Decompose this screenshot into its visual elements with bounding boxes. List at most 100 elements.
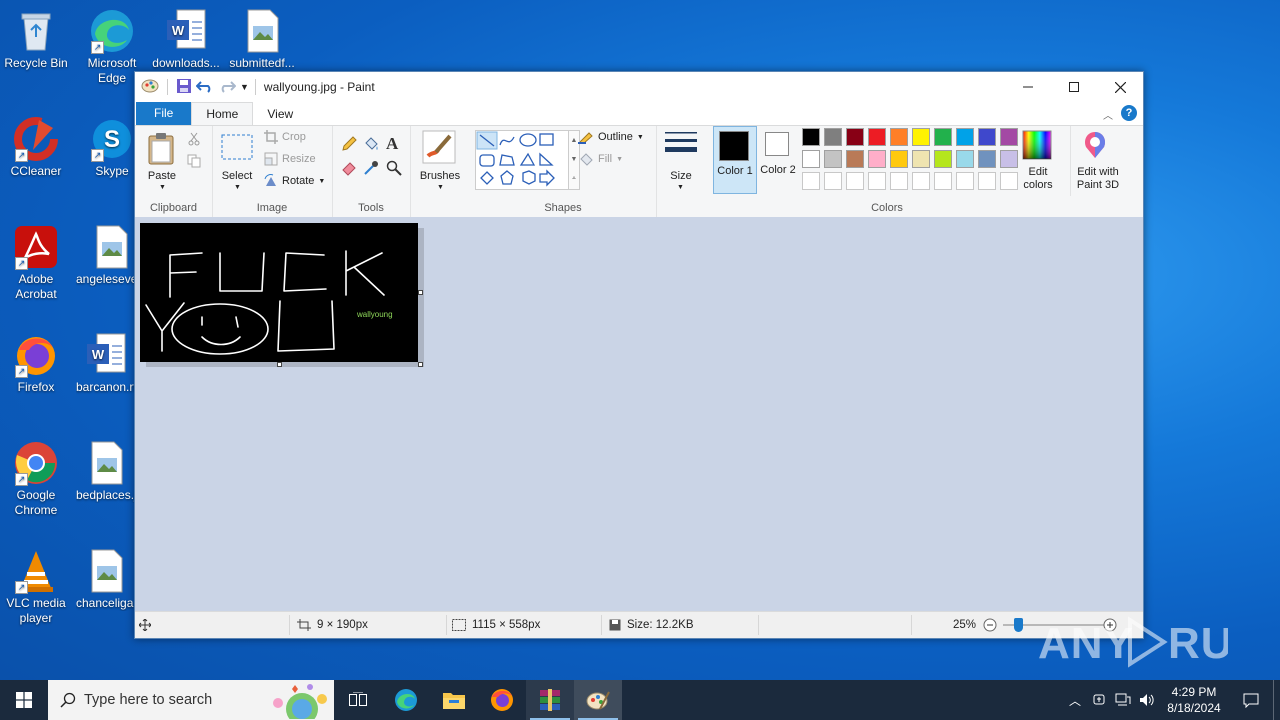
shapes-gallery[interactable] xyxy=(475,130,569,190)
eraser-icon[interactable] xyxy=(341,160,357,179)
palette-swatch[interactable] xyxy=(890,172,908,190)
palette-swatch[interactable] xyxy=(956,172,974,190)
close-button[interactable] xyxy=(1097,72,1143,102)
collapse-ribbon-icon[interactable]: ︿ xyxy=(1103,107,1113,122)
size-dropdown-icon[interactable]: ▼ xyxy=(677,184,684,191)
brushes-label[interactable]: Brushes xyxy=(416,170,464,182)
palette-swatch[interactable] xyxy=(802,150,820,168)
paste-button[interactable] xyxy=(147,132,177,169)
zoom-out-button[interactable] xyxy=(983,612,997,638)
desktop-icon-recycle-bin[interactable]: Recycle Bin xyxy=(0,8,72,71)
canvas-area[interactable]: wallyoung xyxy=(135,217,1143,613)
palette-swatch[interactable] xyxy=(956,128,974,146)
palette-swatch[interactable] xyxy=(978,128,996,146)
taskbar-file-explorer[interactable] xyxy=(430,680,478,720)
palette-swatch[interactable] xyxy=(824,150,842,168)
palette-swatch[interactable] xyxy=(868,150,886,168)
brushes-button[interactable] xyxy=(422,130,456,167)
color2-button[interactable]: Color 2 xyxy=(757,126,799,192)
desktop-icon-chanceliga[interactable]: chanceliga.jpg xyxy=(76,548,136,611)
palette-swatch[interactable] xyxy=(890,128,908,146)
text-tool-icon[interactable]: A xyxy=(386,134,398,154)
desktop-icon-ccleaner[interactable]: ↗ CCleaner xyxy=(0,116,72,179)
palette-swatch[interactable] xyxy=(934,150,952,168)
save-icon[interactable] xyxy=(176,78,192,97)
palette-swatch[interactable] xyxy=(934,128,952,146)
rotate-button[interactable]: Rotate ▼ xyxy=(264,174,325,188)
desktop-icon-chrome[interactable]: ↗ Google Chrome xyxy=(0,440,72,518)
size-button[interactable] xyxy=(665,130,697,163)
crop-button[interactable]: Crop xyxy=(264,130,306,144)
tab-file[interactable]: File xyxy=(136,102,192,125)
paint-app-icon[interactable] xyxy=(141,78,159,97)
network-icon[interactable] xyxy=(1111,693,1135,707)
notifications-icon[interactable] xyxy=(1229,693,1273,708)
resize-handle-right[interactable] xyxy=(418,290,423,295)
zoom-slider-thumb[interactable] xyxy=(1014,618,1023,632)
tab-home[interactable]: Home xyxy=(191,102,254,125)
resize-button[interactable]: Resize xyxy=(264,152,316,166)
palette-swatch[interactable] xyxy=(934,172,952,190)
paint3d-button[interactable] xyxy=(1080,130,1110,163)
desktop-icon-vlc[interactable]: ↗ VLC media player xyxy=(0,548,72,626)
taskbar-task-view[interactable] xyxy=(334,680,382,720)
select-button[interactable] xyxy=(221,134,253,165)
resize-handle-bottom[interactable] xyxy=(277,362,282,367)
desktop-icon-acrobat[interactable]: ↗ Adobe Acrobat xyxy=(0,224,72,302)
size-label[interactable]: Size xyxy=(658,170,704,182)
select-dropdown-icon[interactable]: ▼ xyxy=(234,184,241,191)
palette-swatch[interactable] xyxy=(802,128,820,146)
select-label[interactable]: Select xyxy=(216,170,258,182)
paint3d-label[interactable]: Edit with Paint 3D xyxy=(1066,166,1130,192)
paste-label[interactable]: Paste xyxy=(141,170,183,182)
taskbar-search-box[interactable]: Type here to search xyxy=(48,680,334,720)
start-button[interactable] xyxy=(0,680,48,720)
fill-bucket-icon[interactable] xyxy=(363,136,379,155)
taskbar-paint[interactable] xyxy=(574,680,622,720)
palette-swatch[interactable] xyxy=(846,172,864,190)
edit-colors-button[interactable] xyxy=(1022,130,1052,163)
copy-icon[interactable] xyxy=(187,154,201,171)
show-desktop-button[interactable] xyxy=(1273,680,1280,720)
customize-qat-icon[interactable]: ▼ xyxy=(240,82,249,92)
image-canvas[interactable]: wallyoung xyxy=(140,223,418,362)
volume-icon[interactable] xyxy=(1135,693,1159,707)
minimize-button[interactable] xyxy=(1005,72,1051,102)
tab-view[interactable]: View xyxy=(253,103,307,125)
palette-swatch[interactable] xyxy=(1000,128,1018,146)
color-picker-icon[interactable] xyxy=(363,160,379,179)
paste-dropdown-icon[interactable]: ▼ xyxy=(159,184,166,191)
taskbar-edge[interactable] xyxy=(382,680,430,720)
palette-swatch[interactable] xyxy=(802,172,820,190)
network-security-icon[interactable] xyxy=(1087,693,1111,707)
palette-swatch[interactable] xyxy=(824,128,842,146)
desktop-icon-firefox[interactable]: ↗ Firefox xyxy=(0,332,72,395)
desktop-icon-bedplaces[interactable]: bedplaces.jpg xyxy=(76,440,136,503)
palette-swatch[interactable] xyxy=(846,150,864,168)
palette-swatch[interactable] xyxy=(978,172,996,190)
clock[interactable]: 4:29 PM 8/18/2024 xyxy=(1159,684,1229,716)
palette-swatch[interactable] xyxy=(868,172,886,190)
magnifier-icon[interactable] xyxy=(386,160,402,179)
desktop-icon-downloads[interactable]: W downloads... xyxy=(150,8,222,71)
desktop-icon-submitted[interactable]: submittedf... xyxy=(226,8,298,71)
desktop-icon-barcanon[interactable]: W barcanon.rtf xyxy=(76,332,136,395)
cut-icon[interactable] xyxy=(187,132,201,149)
palette-swatch[interactable] xyxy=(846,128,864,146)
palette-swatch[interactable] xyxy=(912,150,930,168)
palette-swatch[interactable] xyxy=(912,172,930,190)
help-icon[interactable]: ? xyxy=(1121,105,1137,121)
palette-swatch[interactable] xyxy=(890,150,908,168)
resize-handle-corner[interactable] xyxy=(418,362,423,367)
fill-button[interactable]: Fill ▼ xyxy=(578,152,623,166)
palette-swatch[interactable] xyxy=(956,150,974,168)
edit-colors-label[interactable]: Edit colors xyxy=(1016,166,1060,192)
palette-swatch[interactable] xyxy=(868,128,886,146)
outline-button[interactable]: Outline ▼ xyxy=(578,130,644,144)
redo-icon[interactable] xyxy=(218,78,237,97)
color1-button[interactable]: Color 1 xyxy=(713,126,757,194)
brushes-dropdown-icon[interactable]: ▼ xyxy=(437,184,444,191)
taskbar-winrar[interactable] xyxy=(526,680,574,720)
pencil-icon[interactable] xyxy=(341,136,357,155)
palette-swatch[interactable] xyxy=(978,150,996,168)
